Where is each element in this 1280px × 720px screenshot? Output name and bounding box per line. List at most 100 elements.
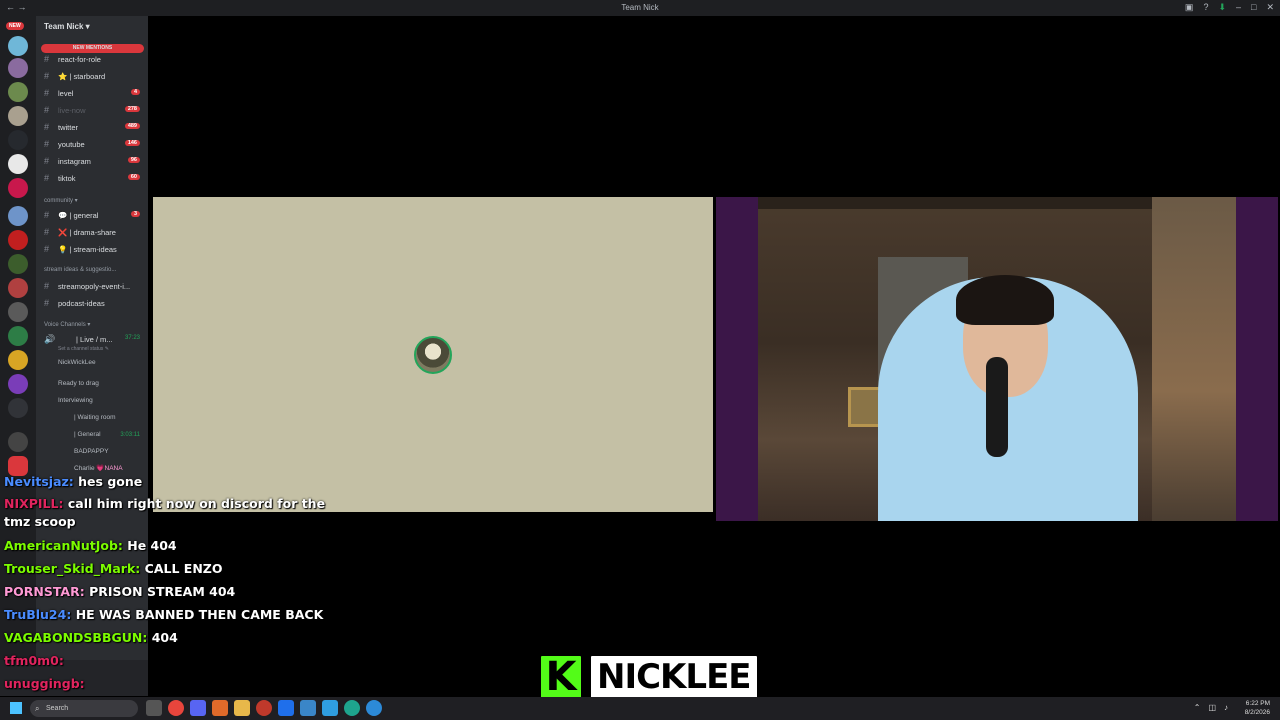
chat-text: PRISON STREAM 404 — [89, 584, 236, 599]
webcam-wall — [1152, 197, 1236, 521]
hash-icon: # — [44, 88, 50, 98]
voice-timer: 3:03:11 — [120, 432, 140, 438]
category-stream-ideas[interactable]: stream ideas & suggestio... — [44, 267, 116, 273]
system-tray: ⌃ ◫ ♪ — [1194, 703, 1228, 712]
hash-icon: # — [44, 105, 50, 115]
inbox-icon[interactable]: ▣ — [1185, 2, 1194, 13]
discord-icon[interactable] — [190, 700, 206, 716]
server-icon[interactable] — [8, 36, 28, 56]
server-icon[interactable] — [8, 350, 28, 370]
chat-message: Trouser_Skid_Mark: CALL ENZO — [4, 557, 384, 580]
channel-item[interactable]: # level 4 — [36, 86, 148, 100]
server-name[interactable]: Team Nick ▾ — [44, 22, 90, 31]
webcam-shelf — [758, 197, 1152, 209]
app-icon[interactable] — [212, 700, 228, 716]
search-icon: ⌕ — [35, 704, 40, 713]
chat-message: PORNSTAR: PRISON STREAM 404 — [4, 580, 384, 603]
server-icon[interactable] — [8, 206, 28, 226]
server-icon[interactable] — [8, 154, 28, 174]
channel-item[interactable]: # react-for-role — [36, 52, 148, 66]
chrome-icon[interactable] — [168, 700, 184, 716]
server-icon[interactable] — [8, 326, 28, 346]
taskbar-search[interactable]: ⌕ Search — [30, 700, 138, 717]
voice-channel-general[interactable]: | General — [74, 431, 101, 438]
voice-member[interactable]: BADPAPPY — [74, 448, 109, 455]
clock[interactable]: 6:22 PM 8/2/2026 — [1245, 699, 1270, 717]
unread-badge: 489 — [124, 123, 140, 129]
chat-text: 404 — [151, 630, 178, 645]
chat-text: CALL ENZO — [144, 561, 223, 576]
close-icon[interactable]: ✕ — [1266, 2, 1274, 13]
app-icon[interactable] — [322, 700, 338, 716]
app-icon[interactable] — [366, 700, 382, 716]
avatar — [414, 336, 452, 374]
channel-item[interactable]: # instagram 96 — [36, 154, 148, 168]
chat-text: He 404 — [127, 538, 177, 553]
server-icon[interactable] — [8, 432, 28, 452]
chat-username[interactable]: VAGABONDSBBGUN: — [4, 630, 147, 645]
voice-channel-waiting[interactable]: | Waiting room — [74, 414, 116, 421]
chat-username[interactable]: Nevitsjaz: — [4, 474, 74, 489]
taskbar-apps — [146, 700, 382, 716]
chat-username[interactable]: NIXPILL: — [4, 496, 64, 511]
chat-username[interactable]: tfm0m0: — [4, 653, 64, 668]
channel-item[interactable]: # 💬 | general 3 — [36, 208, 148, 222]
file-explorer-icon[interactable] — [146, 700, 162, 716]
help-icon[interactable]: ? — [1203, 2, 1208, 13]
voice-channel-ready[interactable]: Ready to drag — [58, 380, 99, 387]
chat-overlay: Nevitsjaz: hes gone NIXPILL: call him rig… — [4, 470, 384, 695]
server-icon[interactable] — [8, 58, 28, 78]
server-icon[interactable] — [8, 178, 28, 198]
chat-username[interactable]: Trouser_Skid_Mark: — [4, 561, 140, 576]
server-icon[interactable] — [8, 254, 28, 274]
channel-item[interactable]: # streamopoly-event-i... — [36, 279, 148, 293]
folder-icon[interactable] — [234, 700, 250, 716]
hash-icon: # — [44, 54, 50, 64]
chat-username[interactable]: unuggingb: — [4, 676, 85, 691]
server-icon[interactable] — [8, 130, 28, 150]
streamer-nameplate: K NICKLEE — [538, 652, 760, 702]
minimize-icon[interactable]: – — [1236, 2, 1241, 13]
server-icon[interactable] — [8, 82, 28, 102]
server-icon[interactable] — [8, 230, 28, 250]
channel-item[interactable]: # live-now 278 — [36, 103, 148, 117]
server-icon[interactable] — [8, 278, 28, 298]
voice-channel-live[interactable]: 🔊 | Live / m... 37:23 — [36, 332, 148, 346]
channel-item[interactable]: # tiktok 60 — [36, 171, 148, 185]
channel-item[interactable]: # podcast-ideas — [36, 296, 148, 310]
network-icon[interactable]: ◫ — [1208, 703, 1216, 712]
maximize-icon[interactable]: □ — [1251, 2, 1256, 13]
chevron-up-icon[interactable]: ⌃ — [1194, 703, 1201, 712]
channel-item[interactable]: # ❌ | drama-share — [36, 225, 148, 239]
voice-channel-interviewing[interactable]: Interviewing — [58, 397, 93, 404]
windows-start-icon[interactable] — [10, 702, 22, 714]
chat-username[interactable]: PORNSTAR: — [4, 584, 85, 599]
channel-item[interactable]: # twitter 489 — [36, 120, 148, 134]
chat-message: tfm0m0: — [4, 649, 384, 672]
app-icon[interactable] — [256, 700, 272, 716]
window-controls: ▣ ? ⬇ – □ ✕ — [1185, 2, 1274, 13]
streamer-name: NICKLEE — [588, 653, 760, 701]
channel-item[interactable]: # 💡 | stream-ideas — [36, 242, 148, 256]
chat-username[interactable]: AmericanNutJob: — [4, 538, 123, 553]
channel-item[interactable]: # youtube 146 — [36, 137, 148, 151]
app-icon[interactable] — [278, 700, 294, 716]
server-icon[interactable] — [8, 398, 28, 418]
voice-member[interactable]: NickWickLee — [58, 359, 96, 366]
edge-icon[interactable] — [344, 700, 360, 716]
channel-item[interactable]: # ⭐ | starboard — [36, 69, 148, 83]
microphone — [986, 357, 1008, 457]
chat-username[interactable]: TruBlu24: — [4, 607, 71, 622]
hash-icon: # — [44, 298, 50, 308]
taskbar: ⌕ Search ⌃ ◫ ♪ 6:22 PM 8/2/2026 — [0, 697, 1280, 720]
category-voice[interactable]: Voice Channels ▾ — [44, 321, 90, 328]
channel-status[interactable]: Set a channel status ✎ — [58, 346, 109, 352]
category-community[interactable]: community ▾ — [44, 197, 78, 204]
chat-message: AmericanNutJob: He 404 — [4, 534, 384, 557]
download-icon[interactable]: ⬇ — [1218, 2, 1226, 13]
server-icon[interactable] — [8, 302, 28, 322]
app-icon[interactable] — [300, 700, 316, 716]
server-icon[interactable] — [8, 374, 28, 394]
volume-icon[interactable]: ♪ — [1224, 703, 1228, 712]
server-icon[interactable] — [8, 106, 28, 126]
